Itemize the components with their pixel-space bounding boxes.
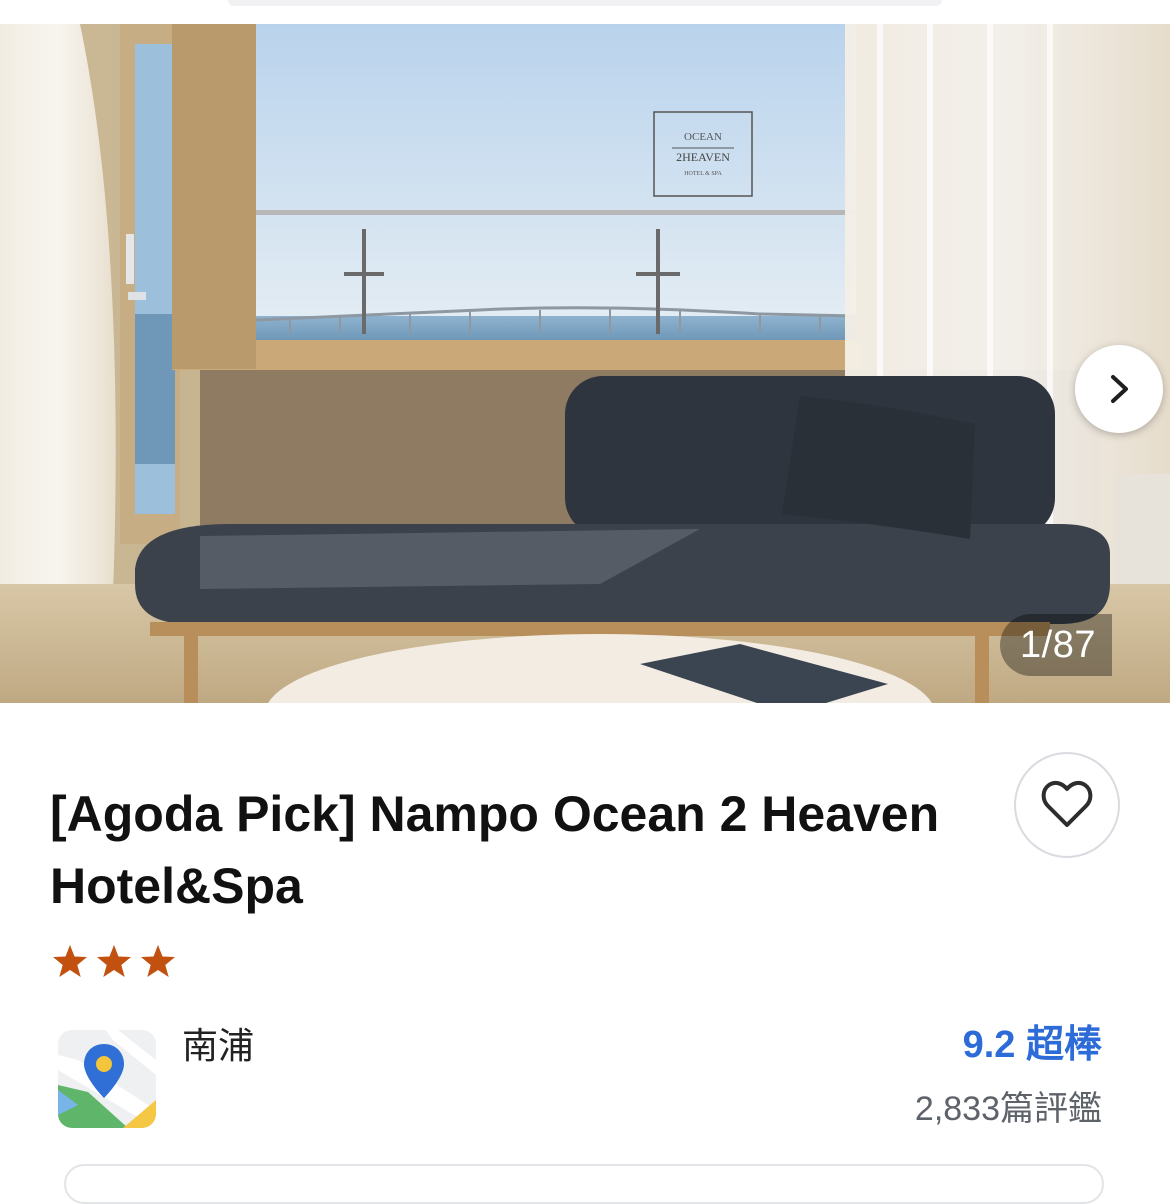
next-photo-button[interactable] [1075, 345, 1163, 433]
map-pin-icon [58, 1030, 156, 1128]
hotel-photo-carousel[interactable]: OCEAN 2HEAVEN HOTEL & SPA 1/87 [0, 24, 1170, 703]
hotel-area: 南浦 [182, 1025, 255, 1066]
logo-line1: OCEAN [684, 131, 722, 143]
photo-counter: 1/87 [1000, 614, 1112, 676]
hotel-room-photo: OCEAN 2HEAVEN HOTEL & SPA [0, 24, 1170, 703]
map-button[interactable] [58, 1030, 156, 1128]
photo-counter-text: 1/87 [1020, 624, 1096, 666]
hotel-title: [Agoda Pick] Nampo Ocean 2 Heaven Hotel&… [50, 786, 940, 914]
next-section-card [64, 1164, 1104, 1204]
heart-outline-icon [1041, 780, 1093, 827]
star-icon [97, 945, 131, 977]
sheet-handle [228, 0, 942, 6]
review-score[interactable]: 9.2 超棒 [963, 1022, 1102, 1068]
logo-line3: HOTEL & SPA [684, 171, 722, 177]
review-count[interactable]: 2,833篇評鑑 [915, 1088, 1102, 1130]
favorite-button[interactable] [1014, 752, 1120, 858]
star-rating [52, 944, 176, 978]
logo-line2: 2HEAVEN [676, 150, 730, 164]
chevron-right-icon [1111, 375, 1128, 403]
star-icon [141, 945, 175, 977]
star-icon [53, 945, 87, 977]
